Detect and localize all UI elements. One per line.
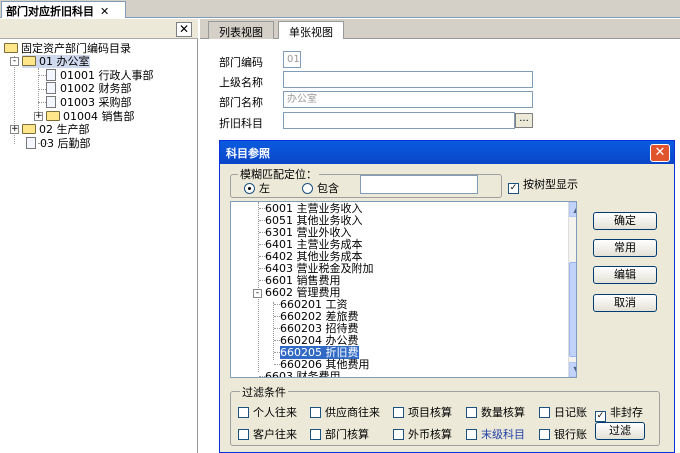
dialog-title-bar: 科目参照 [220,141,674,164]
tree-item[interactable]: 03 后勤部 [26,137,91,150]
filter-foreign-currency[interactable]: 外币核算 [393,426,452,442]
close-tab-icon[interactable]: ✕ [100,5,109,18]
tree-line [38,75,46,76]
checkbox-icon [310,429,321,440]
expand-icon[interactable]: + [10,125,19,134]
collapse-icon[interactable]: - [253,289,262,298]
tree-line [38,102,46,103]
tab-single-view[interactable]: 单张视图 [278,21,344,39]
checkbox-icon [310,407,321,418]
checkbox-icon [393,407,404,418]
radio-selected-icon [244,183,255,194]
search-input[interactable] [360,175,478,194]
scroll-thumb[interactable] [569,262,576,357]
account-reference-dialog: 科目参照 ✕ 模糊匹配定位： 左 包含 ✓ 按树型显示 6001 主营业务收入 6… [219,140,675,453]
document-tab[interactable]: 部门对应折旧科目 ✕ [1,1,126,18]
tree-item-office[interactable]: 01 办公室 [22,55,90,68]
filter-button[interactable]: 过滤 [595,422,645,440]
checkbox-icon [393,429,404,440]
dept-code-label: 部门编码 [219,56,263,69]
common-button[interactable]: 常用 [593,239,657,257]
folder-icon [46,111,60,121]
filter-customer[interactable]: 客户往来 [238,426,297,442]
dept-code-field[interactable]: 01 [283,51,301,68]
checkbox-checked-icon: ✓ [508,183,519,194]
filter-supplier[interactable]: 供应商往来 [310,404,380,420]
list-item[interactable]: 6603 财务费用 [259,371,341,377]
checkbox-icon [539,429,550,440]
parent-name-label: 上级名称 [219,76,263,89]
ok-button[interactable]: 确定 [593,212,657,230]
expand-icon[interactable]: + [34,112,43,121]
open-folder-icon [4,43,18,53]
tree-item[interactable]: 01002 财务部 [46,82,132,95]
close-icon[interactable]: ✕ [650,144,670,162]
radio-icon [302,183,313,194]
dept-name-label: 部门名称 [219,96,263,109]
document-icon [46,82,56,94]
depr-account-label: 折旧科目 [219,117,263,130]
radio-left[interactable]: 左 [244,180,270,196]
tree-item[interactable]: 01001 行政人事部 [46,69,154,82]
depr-account-field[interactable] [283,112,515,129]
filter-group-label: 过滤条件 [240,384,288,400]
collapse-icon[interactable]: - [10,57,19,66]
checkbox-icon [238,407,249,418]
tree-display-checkbox[interactable]: ✓ 按树型显示 [508,176,578,194]
document-tab-bar: 部门对应折旧科目 ✕ [0,0,680,18]
filter-bank-account[interactable]: 银行账 [539,426,587,442]
radio-contains[interactable]: 包含 [302,180,339,196]
checkbox-icon [466,429,477,440]
filter-department[interactable]: 部门核算 [310,426,369,442]
dialog-title: 科目参照 [226,147,270,160]
tree-item[interactable]: 02 生产部 [22,123,90,136]
cancel-button[interactable]: 取消 [593,294,657,312]
dept-name-field[interactable]: 办公室 [283,91,533,108]
browse-button[interactable]: ... [515,113,533,128]
filter-project[interactable]: 项目核算 [393,404,452,420]
scroll-up-icon[interactable]: ▲ [569,202,576,217]
folder-icon [22,56,36,66]
filter-journal[interactable]: 日记账 [539,404,587,420]
filter-not-sealed[interactable]: ✓ 非封存 [595,404,643,422]
checkbox-icon [238,429,249,440]
tab-list-view[interactable]: 列表视图 [208,21,274,39]
edit-button[interactable]: 编辑 [593,266,657,284]
tree-panel-header [0,19,198,39]
document-icon [46,96,56,108]
parent-name-field[interactable] [283,71,533,88]
checkbox-icon [539,407,550,418]
scroll-down-icon[interactable]: ▼ [569,362,576,377]
tree-item[interactable]: 01004 销售部 [46,110,135,123]
document-tab-title: 部门对应折旧科目 [6,5,94,18]
list-scrollbar[interactable]: ▲ ▼ [568,202,576,377]
folder-icon [22,124,36,134]
document-icon [46,69,56,81]
filter-personal[interactable]: 个人往来 [238,404,297,420]
checkbox-checked-icon: ✓ [595,411,606,422]
tree-line [38,89,46,90]
filter-last-level[interactable]: 末级科目 [466,426,525,442]
filter-quantity[interactable]: 数量核算 [466,404,525,420]
tree-item[interactable]: 01003 采购部 [46,96,132,109]
tree-root[interactable]: 固定资产部门编码目录 [4,42,131,55]
checkbox-icon [466,407,477,418]
close-panel-icon[interactable]: ✕ [176,22,192,37]
account-list[interactable]: 6001 主营业务收入 6051 其他业务收入 6301 营业外收入 6401 … [230,201,577,378]
document-icon [26,137,36,149]
view-tabs: 列表视图 单张视图 [200,19,680,39]
